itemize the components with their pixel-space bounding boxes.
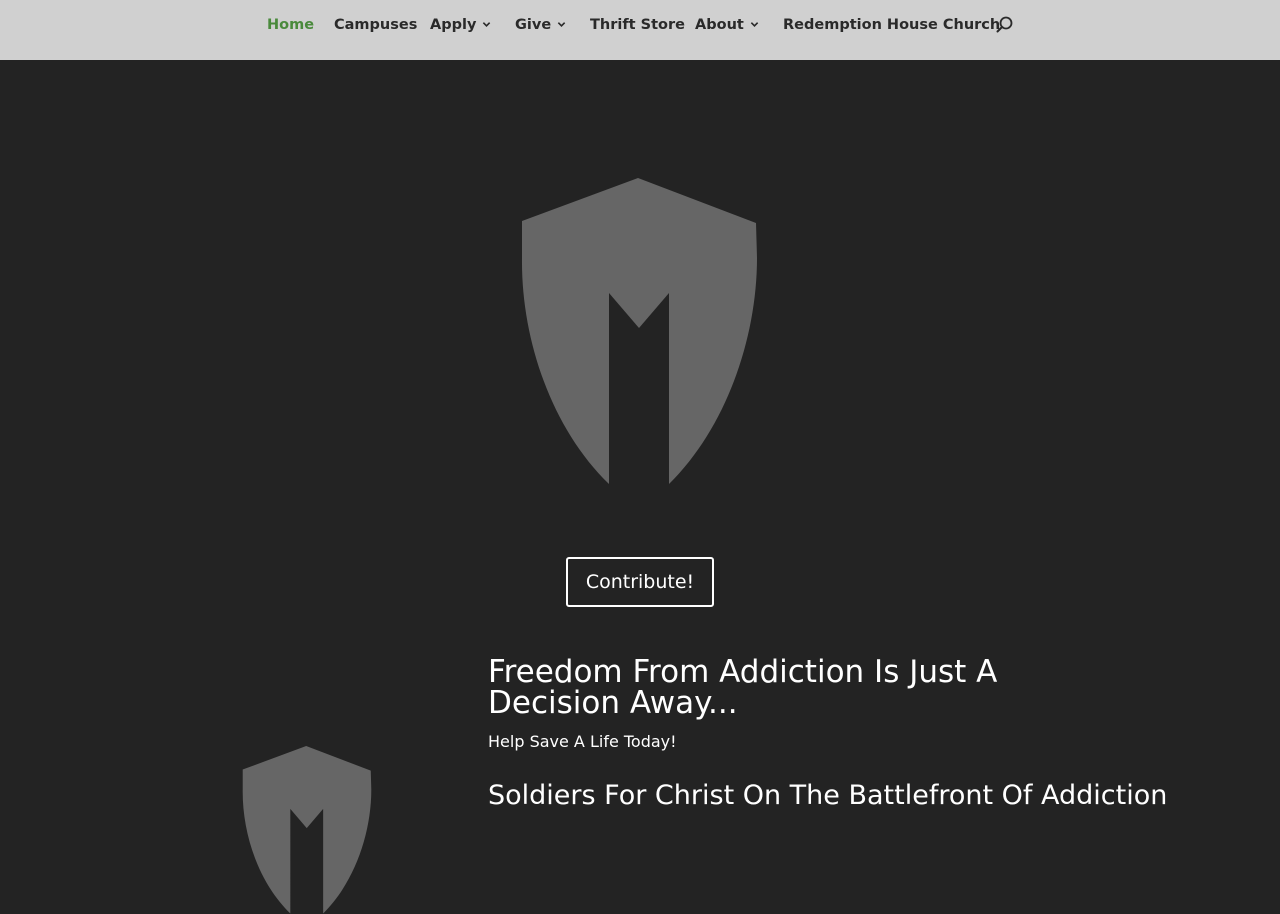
nav-item-label: About <box>695 17 744 33</box>
nav-item-about[interactable]: About <box>695 15 759 35</box>
nav-item-thrift-store[interactable]: Thrift Store <box>590 15 685 35</box>
nav-item-label: Give <box>515 17 552 33</box>
spartan-helmet-icon <box>521 178 757 484</box>
nav-item-give[interactable]: Give <box>515 15 566 35</box>
nav-item-label: Thrift Store <box>590 17 685 33</box>
nav-item-redemption-house-church[interactable]: Redemption House Church <box>783 15 1000 35</box>
nav-item-label: Campuses <box>334 17 418 33</box>
spartan-helmet-icon <box>242 746 372 914</box>
nav-item-campuses[interactable]: Campuses <box>334 15 417 35</box>
nav-item-home[interactable]: Home <box>267 15 314 35</box>
chevron-down-icon <box>557 22 566 27</box>
subheadline: Help Save A Life Today! <box>488 732 677 751</box>
nav-item-apply[interactable]: Apply <box>430 15 491 35</box>
nav-item-label: Home <box>267 17 315 33</box>
search-icon[interactable] <box>995 15 1015 35</box>
nav-item-label: Apply <box>430 17 477 33</box>
section-heading: Soldiers For Christ On The Battlefront O… <box>488 780 1168 811</box>
top-navigation-bar: Home Campuses Apply Give Thrift Store Ab… <box>0 0 1280 60</box>
chevron-down-icon <box>750 22 759 27</box>
contribute-button[interactable]: Contribute! <box>566 557 714 607</box>
chevron-down-icon <box>483 22 491 27</box>
headline: Freedom From Addiction Is Just A Decisio… <box>488 654 998 721</box>
nav-item-label: Redemption House Church <box>783 17 1001 33</box>
